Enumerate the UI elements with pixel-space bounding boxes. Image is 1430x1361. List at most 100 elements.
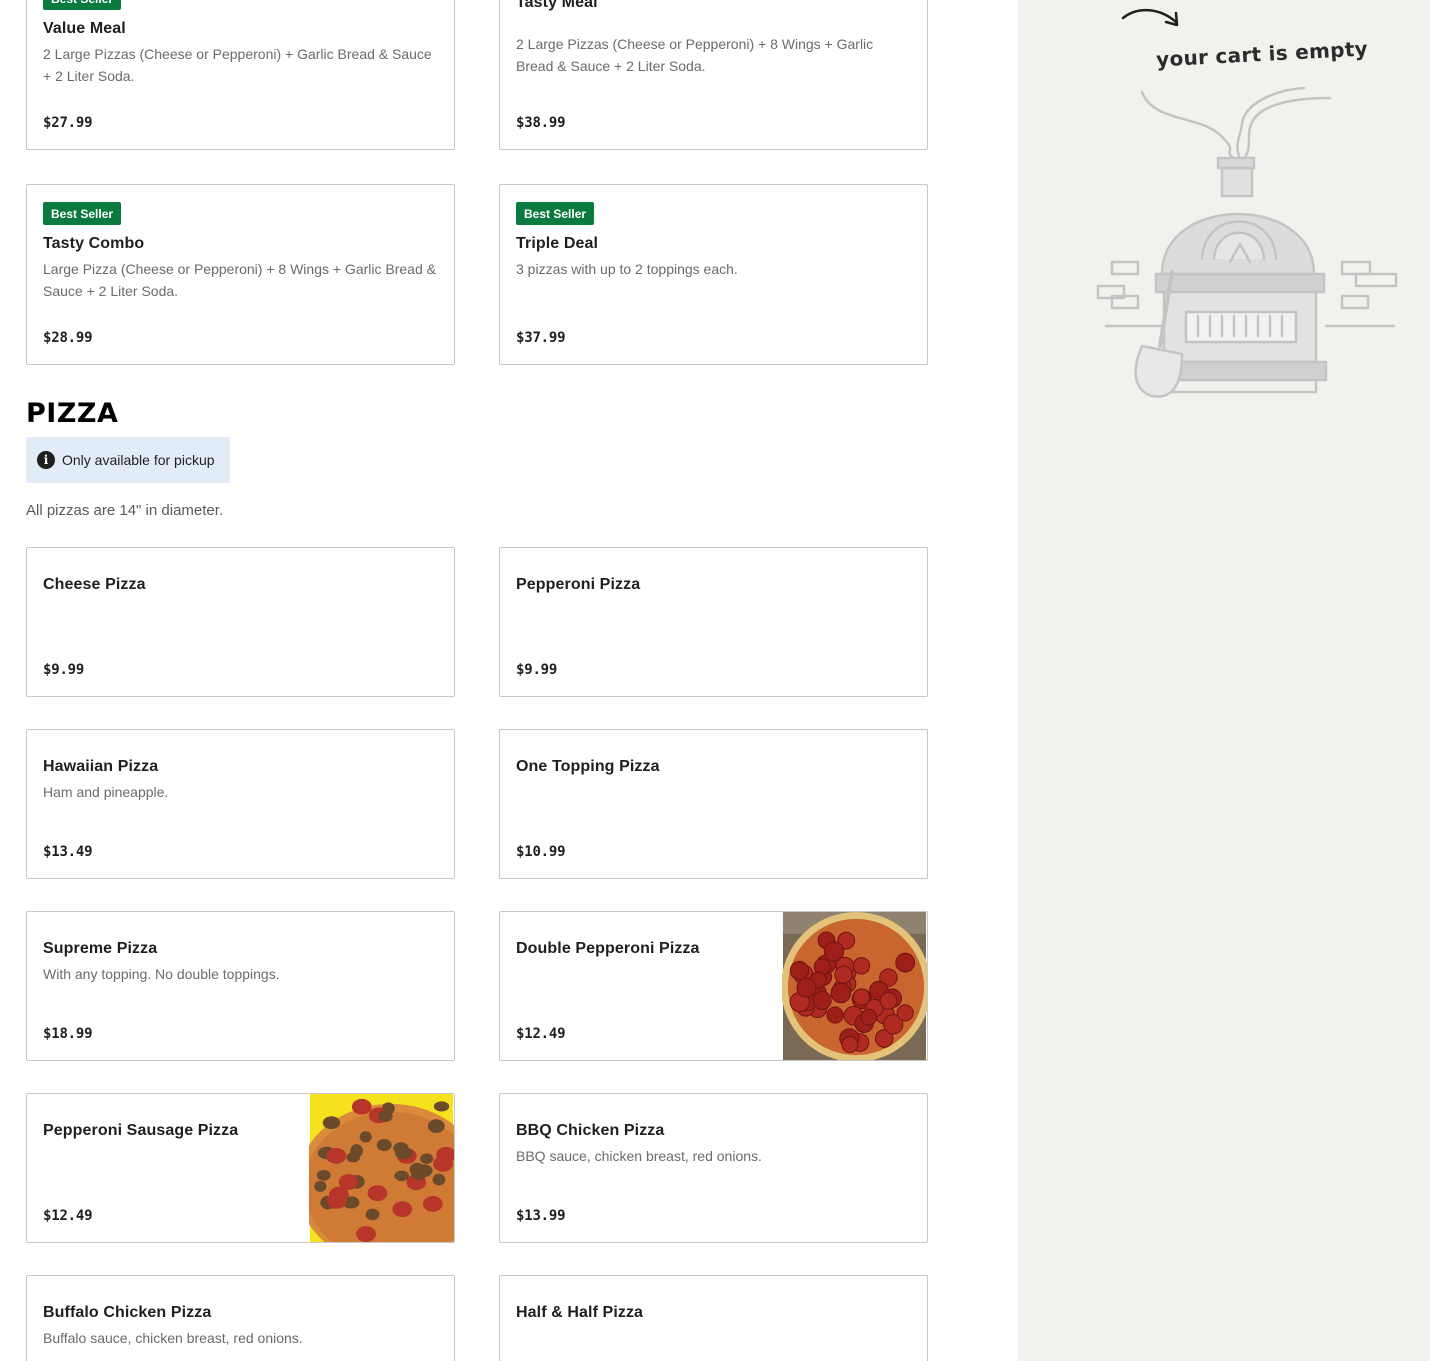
- item-name: Double Pepperoni Pizza: [516, 940, 700, 957]
- item-name: Tasty Meal: [516, 0, 598, 11]
- sausage-piece: [394, 1170, 409, 1182]
- menu-item-card[interactable]: Pepperoni Sausage Pizza $12.49: [26, 1093, 455, 1243]
- menu-item-card[interactable]: Best Seller Triple Deal 3 pizzas with up…: [499, 184, 928, 365]
- item-price: $37.99: [516, 330, 566, 346]
- sausage-piece: [350, 1144, 364, 1158]
- item-name: Triple Deal: [516, 235, 599, 252]
- item-price: $10.99: [516, 844, 566, 860]
- section-title-pizza: PIZZA: [26, 398, 119, 429]
- sausage-piece: [359, 1131, 372, 1143]
- section-description: All pizzas are 14" in diameter.: [26, 502, 224, 519]
- item-description: Ham and pineapple.: [43, 784, 169, 800]
- pepperoni-slice: [329, 1186, 349, 1203]
- best-seller-badge: Best Seller: [43, 202, 122, 225]
- pepperoni-slice: [326, 1147, 347, 1164]
- sausage-piece: [314, 1180, 327, 1192]
- pepperoni-slice: [392, 1201, 413, 1218]
- sausage-piece: [376, 1138, 392, 1152]
- pepperoni-slice: [796, 977, 817, 998]
- sausage-piece: [433, 1101, 450, 1112]
- pepperoni-slice: [895, 952, 916, 973]
- pepperoni-slice: [852, 957, 871, 975]
- pepperoni-slice: [433, 1155, 453, 1172]
- item-price: $38.99: [516, 115, 566, 131]
- sausage-piece: [365, 1208, 380, 1221]
- pepperoni-slice: [841, 1036, 859, 1053]
- pepperoni-sausage-pizza-photo: [309, 1094, 454, 1242]
- item-description: BBQ sauce, chicken breast, red onions.: [516, 1148, 762, 1164]
- item-name: Buffalo Chicken Pizza: [43, 1304, 212, 1321]
- menu-item-card[interactable]: Double Pepperoni Pizza $12.49: [499, 911, 928, 1061]
- menu-item-card[interactable]: BBQ Chicken Pizza BBQ sauce, chicken bre…: [499, 1093, 928, 1243]
- menu-item-card[interactable]: Half & Half Pizza: [499, 1275, 928, 1361]
- pepperoni-slice: [422, 1196, 443, 1212]
- item-name: Cheese Pizza: [43, 576, 146, 593]
- item-description: 2 Large Pizzas (Cheese or Pepperoni) + G…: [43, 46, 432, 84]
- pepperoni-slice: [356, 1226, 376, 1242]
- item-description: With any topping. No double toppings.: [43, 966, 280, 982]
- item-price: $18.99: [43, 1026, 93, 1042]
- pepperoni-slice: [823, 941, 845, 962]
- pepperoni-slice: [789, 960, 810, 981]
- sausage-piece: [411, 1168, 427, 1180]
- menu-item-card[interactable]: Buffalo Chicken Pizza Buffalo sauce, chi…: [26, 1275, 455, 1361]
- menu-item-card[interactable]: Hawaiian Pizza Ham and pineapple. $13.49: [26, 729, 455, 879]
- item-name: Supreme Pizza: [43, 940, 158, 957]
- cart-panel: your cart is empty: [1018, 0, 1430, 1361]
- pepperoni-slice: [830, 982, 852, 1004]
- item-price: $13.49: [43, 844, 93, 860]
- sausage-piece: [395, 1147, 413, 1160]
- item-price: $13.99: [516, 1208, 566, 1224]
- pickup-only-notice: i Only available for pickup: [26, 437, 230, 483]
- pizza-oven-illustration: [1096, 86, 1398, 398]
- pepperoni-slice: [826, 1006, 844, 1024]
- curved-arrow-icon: [1121, 9, 1179, 27]
- item-name: BBQ Chicken Pizza: [516, 1122, 665, 1139]
- item-name: Hawaiian Pizza: [43, 758, 159, 775]
- sausage-piece: [420, 1153, 434, 1164]
- best-seller-badge: Best Seller: [43, 0, 122, 10]
- item-description: Large Pizza (Cheese or Pepperoni) + 8 Wi…: [43, 261, 436, 299]
- pepperoni-slice: [853, 988, 871, 1006]
- pepperoni-slice: [896, 1004, 914, 1022]
- item-price: $12.49: [516, 1026, 566, 1042]
- item-name: One Topping Pizza: [516, 758, 660, 775]
- menu-main: Best Seller Value Meal 2 Large Pizzas (C…: [0, 0, 1018, 1361]
- menu-item-card[interactable]: Tasty Meal 2 Large Pizzas (Cheese or Pep…: [499, 0, 928, 150]
- item-name: Pepperoni Sausage Pizza: [43, 1122, 239, 1139]
- sausage-piece: [377, 1110, 393, 1123]
- menu-item-card[interactable]: Pepperoni Pizza $9.99: [499, 547, 928, 697]
- pepperoni-slice: [834, 965, 853, 984]
- item-description: Buffalo sauce, chicken breast, red onion…: [43, 1330, 303, 1346]
- item-name: Value Meal: [43, 20, 126, 37]
- pepperoni-slice: [351, 1098, 372, 1115]
- cart-empty-message: your cart is empty: [1155, 36, 1369, 72]
- pepperoni-slice: [812, 991, 832, 1010]
- menu-item-card[interactable]: Cheese Pizza $9.99: [26, 547, 455, 697]
- item-price: $28.99: [43, 330, 93, 346]
- menu-item-card[interactable]: Best Seller Tasty Combo Large Pizza (Che…: [26, 184, 455, 365]
- menu-item-card[interactable]: Best Seller Value Meal 2 Large Pizzas (C…: [26, 0, 455, 150]
- menu-item-card[interactable]: Supreme Pizza With any topping. No doubl…: [26, 911, 455, 1061]
- double-pepperoni-pizza-photo: [782, 912, 927, 1060]
- sausage-piece: [427, 1119, 445, 1134]
- pepperoni-slice: [879, 991, 898, 1010]
- item-description: 2 Large Pizzas (Cheese or Pepperoni) + 8…: [516, 36, 874, 74]
- menu-item-card[interactable]: One Topping Pizza $10.99: [499, 729, 928, 879]
- item-name: Pepperoni Pizza: [516, 576, 641, 593]
- pepperoni-slice: [860, 1008, 878, 1026]
- sausage-piece: [316, 1169, 331, 1181]
- item-description: 3 pizzas with up to 2 toppings each.: [516, 261, 738, 277]
- item-name: Tasty Combo: [43, 235, 145, 252]
- item-price: $12.49: [43, 1208, 93, 1224]
- item-price: $9.99: [43, 662, 85, 678]
- best-seller-badge: Best Seller: [516, 202, 595, 225]
- sausage-piece: [432, 1173, 446, 1186]
- pepperoni-slice: [367, 1185, 388, 1202]
- pickup-notice-text: Only available for pickup: [62, 452, 215, 468]
- info-icon: i: [37, 451, 55, 469]
- item-price: $27.99: [43, 115, 93, 131]
- item-price: $9.99: [516, 662, 558, 678]
- item-name: Half & Half Pizza: [516, 1304, 644, 1321]
- sausage-piece: [322, 1116, 341, 1130]
